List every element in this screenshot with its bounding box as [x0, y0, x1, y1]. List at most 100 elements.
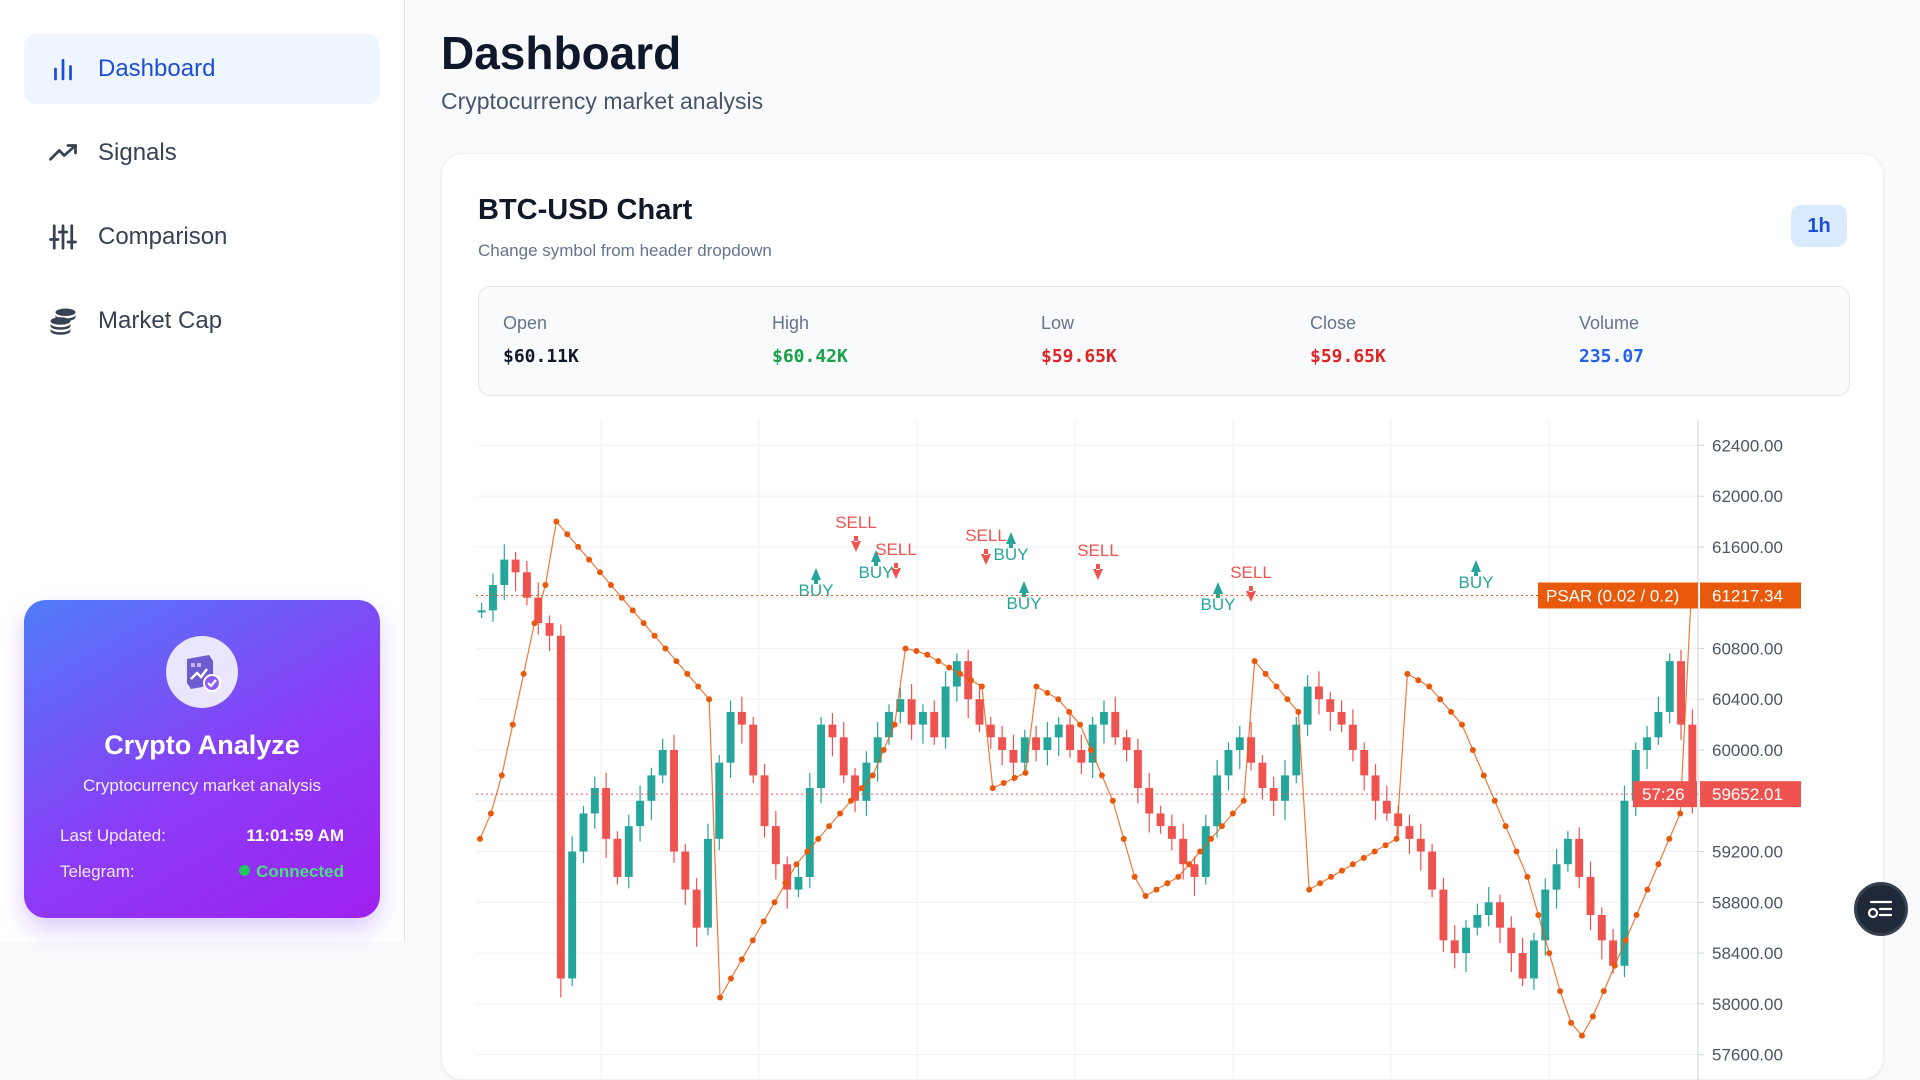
sidebar-item-signals[interactable]: Signals	[24, 118, 380, 188]
candle-body	[1428, 851, 1437, 890]
candle-body	[1643, 737, 1652, 750]
chart-settings-button[interactable]	[1854, 882, 1908, 936]
timeframe-button[interactable]: 1h	[1791, 205, 1847, 247]
candle-body	[1484, 902, 1493, 915]
candle-body	[613, 838, 622, 877]
candle-body	[579, 813, 588, 852]
sidebar-item-dashboard[interactable]: Dashboard	[24, 34, 380, 104]
chart-title: BTC-USD Chart	[478, 194, 693, 226]
sidebar: Dashboard Signals Comparison Market Cap	[0, 0, 405, 942]
psar-dot	[1557, 988, 1564, 995]
sidebar-item-label: Dashboard	[98, 55, 216, 82]
psar-dot	[542, 582, 549, 588]
sell-arrow-icon	[1246, 586, 1256, 602]
psar-dot	[935, 658, 942, 665]
psar-dot	[1142, 892, 1149, 899]
ohlc-label: Open	[503, 313, 548, 333]
psar-dot	[575, 543, 582, 550]
candle-body	[1326, 699, 1335, 712]
candle-body	[1224, 750, 1233, 776]
psar-dot	[891, 721, 898, 728]
last-updated-value: 11:01:59 AM	[246, 826, 344, 845]
candle-body	[715, 762, 724, 839]
psar-dot	[1164, 880, 1171, 887]
psar-dot	[1208, 835, 1215, 842]
psar-dot	[1578, 1032, 1585, 1039]
candle-body	[568, 851, 577, 979]
psar-dot	[1535, 912, 1542, 918]
candle-body	[1281, 775, 1289, 801]
psar-dot	[1240, 797, 1247, 804]
price-countdown: 57:26	[1642, 785, 1685, 804]
psar-value: 61217.34	[1712, 586, 1783, 605]
psar-dot	[1338, 867, 1345, 874]
sidebar-item-comparison[interactable]: Comparison	[24, 202, 380, 272]
sell-signal-label: SELL	[965, 526, 1007, 545]
candle-body	[624, 826, 633, 877]
candle-body	[681, 851, 690, 890]
sidebar-item-label: Comparison	[98, 223, 228, 250]
psar-dot	[1044, 689, 1051, 696]
last-updated-row: Last Updated: 11:01:59 AM	[60, 826, 344, 846]
candle-body	[636, 800, 645, 827]
candle-body	[1496, 902, 1504, 928]
psar-dot	[1502, 823, 1509, 830]
psar-dot	[793, 861, 800, 868]
candle-body	[1665, 661, 1674, 712]
psar-dot	[837, 810, 844, 817]
candle-body	[1145, 788, 1154, 814]
psar-dot	[1273, 683, 1280, 690]
candle-body	[1654, 711, 1663, 738]
sidebar-item-market-cap[interactable]: Market Cap	[24, 286, 380, 356]
candle-body	[1009, 750, 1018, 763]
psar-dot	[902, 645, 909, 652]
candle-body	[1314, 686, 1323, 700]
price-value: 59652.01	[1712, 785, 1783, 804]
price-chart-svg[interactable]: 62400.0062000.0061600.0061200.0060800.00…	[476, 420, 1821, 1080]
psar-dot	[1077, 721, 1084, 728]
psar-dot	[1175, 873, 1182, 880]
psar-dot	[1666, 835, 1673, 842]
candle-body	[670, 750, 678, 852]
psar-dot	[564, 531, 571, 538]
psar-dot	[1229, 810, 1236, 817]
candle-body	[1473, 915, 1482, 928]
candle-body	[941, 686, 950, 738]
candle-body	[1450, 940, 1459, 954]
sell-signal-label: SELL	[875, 540, 917, 559]
psar-dot	[717, 994, 724, 1001]
candle-body	[1416, 838, 1425, 852]
candle-body	[1552, 864, 1561, 890]
psar-dot	[1251, 658, 1258, 665]
candle-body	[703, 838, 712, 928]
psar-dot	[978, 683, 985, 690]
y-tick-label: 62400.00	[1712, 436, 1783, 455]
psar-dot	[1055, 696, 1062, 703]
sidebar-item-label: Signals	[98, 139, 177, 166]
y-tick-label: 60400.00	[1712, 690, 1783, 709]
sell-arrow-icon	[1093, 564, 1103, 580]
coins-icon	[48, 306, 78, 336]
psar-line	[479, 520, 1692, 1037]
candle-body	[1122, 737, 1131, 750]
psar-dot	[1469, 747, 1476, 753]
psar-dot	[727, 975, 734, 982]
psar-dot	[498, 772, 505, 779]
psar-dot	[760, 918, 767, 925]
candle-body	[918, 711, 927, 725]
candle-body	[907, 699, 916, 725]
psar-dot	[1349, 861, 1356, 868]
price-chart[interactable]: 62400.0062000.0061600.0061200.0060800.00…	[476, 420, 1821, 1080]
psar-dot	[1033, 683, 1040, 690]
candle-body	[1439, 889, 1448, 941]
psar-dot	[531, 620, 538, 627]
candle-body	[737, 711, 746, 725]
ohlc-value: $60.42K	[772, 346, 848, 367]
psar-dot	[967, 677, 974, 684]
psar-dot	[804, 848, 811, 855]
candle-body	[1337, 711, 1346, 725]
candle-body	[851, 775, 860, 801]
psar-dot	[695, 683, 702, 690]
chart-subtitle: Change symbol from header dropdown	[478, 241, 772, 260]
psar-dot	[1295, 708, 1302, 715]
